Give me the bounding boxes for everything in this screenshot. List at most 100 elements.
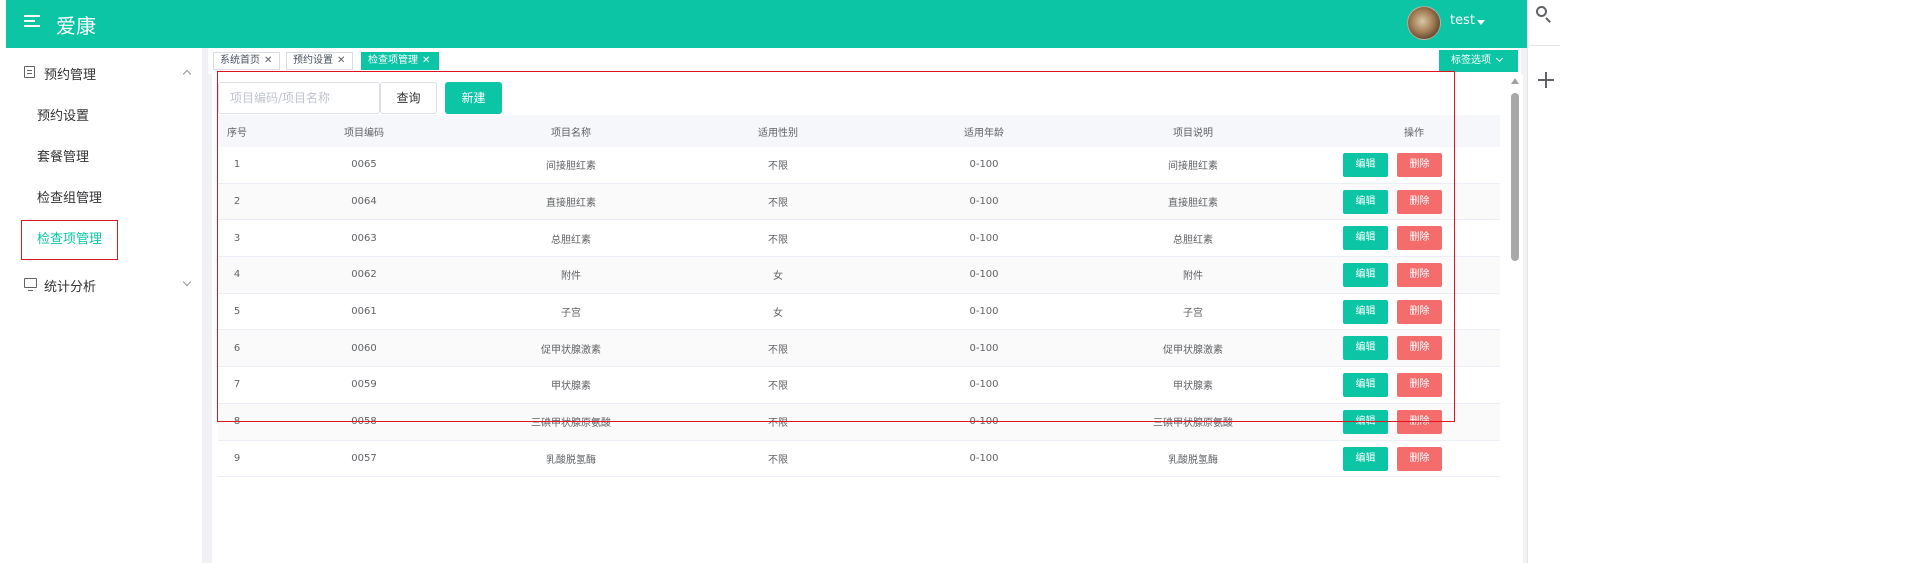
delete-button[interactable]: 删除 [1397,446,1442,471]
cell-description: 乳酸脱氢酶 [1168,454,1218,466]
column-header: 序号 [227,127,247,139]
edit-button[interactable]: 编辑 [1343,226,1388,251]
close-icon[interactable]: ✕ [264,53,272,69]
cell-code: 0058 [351,416,377,428]
cell-index: 8 [233,416,241,428]
cell-sex: 不限 [768,344,788,356]
delete-button[interactable]: 删除 [1397,336,1442,361]
tab-reservation-settings[interactable]: 预约设置 ✕ [286,52,353,70]
cell-age: 0-100 [969,416,999,428]
delete-button[interactable]: 删除 [1397,373,1442,398]
edit-button[interactable]: 编辑 [1343,373,1388,398]
delete-button[interactable]: 删除 [1397,409,1442,434]
sidebar: 预约管理 预约设置 套餐管理 检查组管理 检查项管理 统计分析 [6,48,202,563]
cell-sex: 不限 [768,454,788,466]
cell-sex: 不限 [768,418,788,430]
cell-description: 子宫 [1183,308,1203,320]
scroll-thumb[interactable] [1511,93,1519,261]
cell-name: 直接胆红素 [546,198,596,210]
app-title: 爱康 [56,14,96,38]
edit-button[interactable]: 编辑 [1343,409,1388,434]
monitor-icon [24,278,37,291]
cell-code: 0064 [351,196,377,208]
edit-button[interactable]: 编辑 [1343,446,1388,471]
cell-code: 0065 [351,159,377,171]
edit-button[interactable]: 编辑 [1343,336,1388,361]
column-header: 项目名称 [551,127,591,139]
sidebar-item-check-group-management[interactable]: 检查组管理 [6,178,202,219]
chevron-down-icon [1495,54,1504,63]
cell-description: 促甲状腺激素 [1163,344,1223,356]
side-panel-separator [1530,45,1560,46]
cell-sex: 不限 [768,198,788,210]
scroll-up-arrow-icon[interactable] [1511,78,1519,84]
column-header: 适用年龄 [964,127,1004,139]
cell-age: 0-100 [969,379,999,391]
edit-button[interactable]: 编辑 [1343,263,1388,288]
table-row: 8 0058 三碘甲状腺原氨酸 不限 0-100 三碘甲状腺原氨酸 编辑 删除 [218,403,1500,441]
tab-label: 检查项管理 [368,55,418,66]
search-icon[interactable] [1536,6,1552,23]
close-icon[interactable]: ✕ [337,53,345,69]
chevron-up-icon [182,69,192,79]
hamburger-icon[interactable] [24,15,40,31]
cell-index: 1 [233,159,241,171]
table-row: 5 0061 子宫 女 0-100 子宫 编辑 删除 [218,293,1500,331]
tab-home[interactable]: 系统首页 ✕ [213,52,280,70]
plus-icon[interactable] [1538,72,1554,88]
cell-index: 3 [233,232,241,244]
cell-index: 5 [233,306,241,318]
cell-age: 0-100 [969,306,999,318]
side-panel-divider [1527,0,1528,563]
cell-index: 9 [233,452,241,464]
cell-name: 附件 [561,271,581,283]
cell-sex: 女 [773,271,783,283]
table-row: 7 0059 甲状腺素 不限 0-100 甲状腺素 编辑 删除 [218,367,1500,404]
sidebar-item-reservation-settings[interactable]: 预约设置 [6,96,202,137]
delete-button[interactable]: 删除 [1397,189,1442,214]
vertical-scrollbar[interactable] [1508,74,1523,563]
cell-description: 三碘甲状腺原氨酸 [1153,418,1233,430]
sidebar-item-package-management[interactable]: 套餐管理 [6,137,202,178]
delete-button[interactable]: 删除 [1397,153,1442,177]
cell-description: 附件 [1183,271,1203,283]
tags-option-button[interactable]: 标签选项 [1439,50,1518,72]
search-input[interactable] [218,82,380,114]
cell-index: 6 [233,342,241,354]
edit-button[interactable]: 编辑 [1343,299,1388,324]
edit-button[interactable]: 编辑 [1343,189,1388,214]
cell-name: 促甲状腺激素 [541,344,601,356]
tab-check-item-management[interactable]: 检查项管理 ✕ [361,52,439,70]
user-name[interactable]: test [1450,13,1475,28]
cell-sex: 不限 [768,161,788,173]
sidebar-group-label: 预约管理 [44,68,97,83]
cell-sex: 不限 [768,234,788,246]
table-row: 6 0060 促甲状腺激素 不限 0-100 促甲状腺激素 编辑 删除 [218,330,1500,368]
table-row: 9 0057 乳酸脱氢酶 不限 0-100 乳酸脱氢酶 编辑 删除 [218,440,1500,478]
cell-age: 0-100 [969,342,999,354]
close-icon[interactable]: ✕ [422,53,430,69]
edit-button[interactable]: 编辑 [1343,153,1388,177]
sidebar-group-statistics[interactable]: 统计分析 [6,260,202,308]
query-button[interactable]: 查询 [380,82,437,114]
table-row: 2 0064 直接胆红素 不限 0-100 直接胆红素 编辑 删除 [218,183,1500,221]
delete-button[interactable]: 删除 [1397,299,1442,324]
new-button[interactable]: 新建 [445,82,502,114]
sidebar-group-label: 统计分析 [44,280,97,295]
cell-sex: 女 [773,308,783,320]
avatar[interactable] [1407,6,1441,40]
delete-button[interactable]: 删除 [1397,226,1442,251]
tab-label: 系统首页 [220,55,260,66]
cell-description: 甲状腺素 [1173,381,1213,393]
sidebar-item-check-item-management[interactable]: 检查项管理 [6,219,202,260]
cell-index: 4 [233,269,241,281]
cell-name: 乳酸脱氢酶 [546,454,596,466]
tabs-bar: 系统首页 ✕ 预约设置 ✕ 检查项管理 ✕ 标签选项 [208,48,1521,74]
cell-code: 0063 [351,232,377,244]
data-table: 序号 项目编码 项目名称 适用性别 适用年龄 项目说明 操作 1 0065 间接… [218,115,1500,478]
sidebar-group-reservation[interactable]: 预约管理 [6,48,202,96]
user-dropdown-caret-icon[interactable] [1477,20,1485,25]
column-header: 项目编码 [344,127,384,139]
delete-button[interactable]: 删除 [1397,263,1442,288]
cell-name: 间接胆红素 [546,161,596,173]
